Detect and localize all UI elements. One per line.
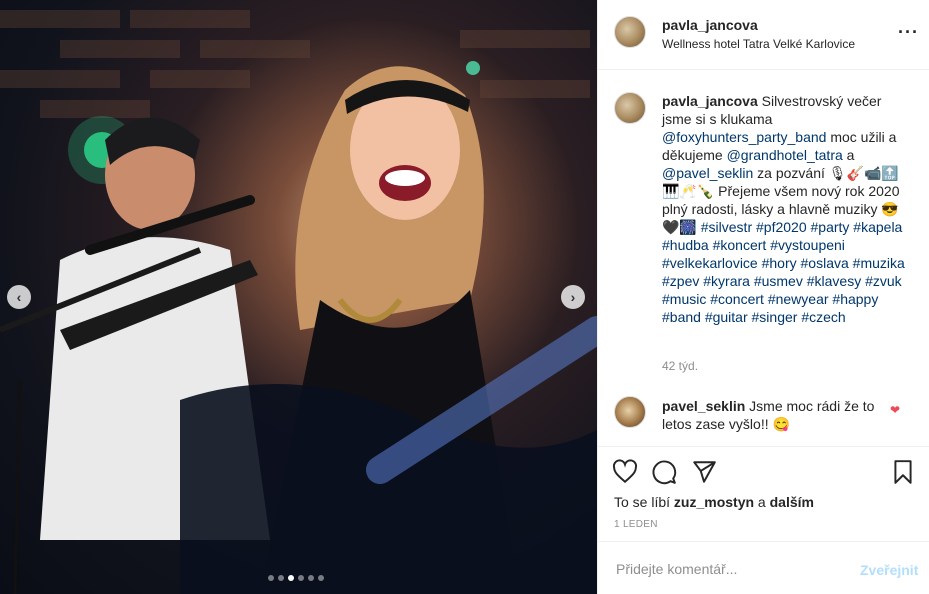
chevron-left-icon: ‹ [16,289,22,305]
save-button[interactable] [890,459,916,485]
comment-text: pavel_seklin Jsme moc rádi že to letos z… [662,397,877,433]
chevron-right-icon: › [570,289,576,305]
likes-middle: a [754,494,770,510]
avatar[interactable] [614,92,646,124]
caption-segment: a [842,147,855,163]
like-button[interactable] [612,459,638,485]
post-location[interactable]: Wellness hotel Tatra Velké Karlovice [662,37,855,51]
post-date: 1 LEDEN [614,519,658,530]
avatar[interactable] [614,16,646,48]
carousel-dot [318,575,324,581]
comment-username[interactable]: pavel_seklin [662,398,745,414]
comment-icon [652,460,677,485]
carousel-prev-button[interactable]: ‹ [7,285,31,309]
concert-photo-image [0,10,597,594]
mention-link[interactable]: @grandhotel_tatra [727,147,843,163]
caption-age: 42 týd. [662,359,699,373]
carousel-dot [308,575,314,581]
comment-input[interactable] [614,560,848,578]
carousel-dot [298,575,304,581]
comments-section: pavla_jancova Silvestrovský večer jsme s… [598,70,929,447]
more-icon: ··· [898,22,919,42]
share-button[interactable] [691,459,717,485]
carousel-dot [268,575,274,581]
post-username[interactable]: pavla_jancova [662,17,758,33]
carousel-indicator [268,575,324,581]
liker-username[interactable]: zuz_mostyn [674,494,754,510]
avatar[interactable] [614,396,646,428]
caption-text: pavla_jancova Silvestrovský večer jsme s… [662,92,912,326]
post-header: pavla_jancova Wellness hotel Tatra Velké… [598,0,929,70]
publish-button[interactable]: Zveřejnit [860,562,918,578]
post-photo[interactable]: ‹ › [0,0,597,594]
carousel-next-button[interactable]: › [561,285,585,309]
likes-summary: To se líbí zuz_mostyn a dalším [614,494,814,510]
like-comment-button[interactable]: ❤ [890,403,900,417]
add-comment-bar: Zveřejnit [598,541,929,594]
instagram-post: ‹ › pavla_jancova Wellness hotel Tatra V… [0,0,929,594]
carousel-dot [278,575,284,581]
likes-others-link[interactable]: dalším [770,494,814,510]
carousel-dot [288,575,294,581]
mention-link[interactable]: @foxyhunters_party_band [662,129,826,145]
bookmark-icon [894,460,912,484]
post-side-panel: pavla_jancova Wellness hotel Tatra Velké… [597,0,929,594]
mention-link[interactable]: @pavel_seklin [662,165,753,181]
heart-icon: ❤ [890,403,901,417]
likes-prefix: To se líbí [614,494,674,510]
share-icon [693,461,716,483]
caption-username[interactable]: pavla_jancova [662,93,758,109]
heart-icon [612,459,638,484]
comment-button[interactable] [651,459,677,485]
more-options-button[interactable]: ··· [898,22,919,43]
